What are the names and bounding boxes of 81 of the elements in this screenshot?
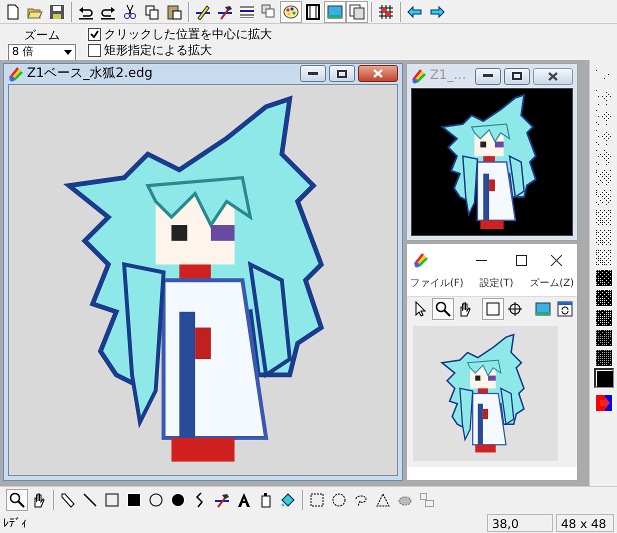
close-button[interactable] (358, 65, 398, 82)
scissors-icon (122, 4, 138, 20)
paint-bucket-icon (280, 492, 296, 508)
minimize-icon (476, 260, 486, 262)
window-title: Z1_... (430, 67, 468, 86)
landscape-picture-icon (535, 300, 551, 316)
pencil-icon (60, 492, 76, 508)
window-title: Z1ベース_水狐2.edg (27, 65, 154, 83)
search-button[interactable] (432, 298, 454, 320)
image-size: 48 x 48 (556, 514, 614, 532)
rainbow-app-icon (411, 68, 427, 84)
square-icon (104, 492, 120, 508)
dither-pattern-swatch[interactable] (594, 288, 614, 308)
caret-icon (64, 50, 72, 55)
film-strip-icon (305, 4, 321, 20)
close-icon (550, 255, 562, 266)
minimize-button[interactable] (300, 65, 326, 82)
status-message: ﾚﾃﾞｨ (3, 514, 28, 532)
dither-pattern-swatch[interactable] (594, 368, 614, 388)
landscape-picture-button[interactable] (324, 0, 346, 22)
dotted-squares-icon (419, 492, 435, 508)
maximize-button[interactable] (504, 68, 530, 84)
minimize-button[interactable] (475, 68, 501, 84)
pen-icon (195, 4, 211, 20)
maximize-icon (516, 255, 526, 266)
hammer-icon (217, 4, 233, 20)
circle-icon (148, 492, 164, 508)
search-icon (435, 300, 451, 316)
page-icon (5, 4, 21, 20)
window-button[interactable] (346, 0, 368, 22)
zoom-label: ズーム (24, 27, 60, 44)
clipboard-icon (166, 4, 182, 20)
letter-a-icon (236, 492, 252, 508)
checkbox-label: 矩形指定による拡大 (104, 42, 212, 59)
pointer-icon (413, 300, 429, 316)
square-icon (485, 300, 501, 316)
cursor-position: 38,0 (487, 514, 553, 532)
palette-button[interactable] (280, 0, 302, 22)
horizontal-lines-icon (239, 4, 255, 20)
crosshair-icon (507, 300, 523, 316)
dither-pattern-swatch[interactable] (594, 268, 614, 288)
hammer-icon (214, 492, 230, 508)
swap-colors-icon (596, 394, 612, 411)
checkbox[interactable] (88, 28, 101, 40)
filled-circle-icon (170, 492, 186, 508)
minimize-icon (483, 74, 493, 78)
dashed-circle-icon (331, 492, 347, 508)
zoom-dropdown[interactable]: 8 倍 (8, 44, 76, 61)
search-icon (9, 492, 25, 508)
grid-icon (378, 4, 394, 20)
close-icon (548, 72, 558, 80)
maximize-button[interactable] (329, 65, 355, 82)
line-icon (82, 492, 98, 508)
refresh-icon (557, 300, 573, 316)
left-arrow-icon (407, 4, 423, 20)
rainbow-app-icon (413, 252, 429, 268)
minimize-icon (308, 72, 318, 76)
square-button[interactable] (482, 298, 504, 320)
dither-pattern-swatch[interactable] (594, 328, 614, 348)
checkbox-label: クリックした位置を中心に拡大 (104, 26, 272, 43)
maximize-icon (337, 70, 347, 78)
search-button[interactable] (6, 488, 28, 510)
palette-icon (283, 4, 299, 20)
filled-square-icon (126, 492, 142, 508)
right-arrow-icon (429, 4, 445, 20)
maximize-icon (512, 72, 522, 80)
copy-icon (144, 4, 160, 20)
menu-item[interactable]: 設定(T) (479, 276, 514, 296)
window-icon (349, 4, 365, 20)
landscape-picture-icon (327, 4, 343, 20)
menu-item[interactable]: ズーム(Z) (529, 276, 574, 296)
menu-item[interactable]: ファイル(F) (410, 276, 464, 296)
dither-pattern-swatch[interactable] (594, 348, 614, 368)
close-button[interactable] (533, 68, 573, 84)
dashed-square-icon (309, 492, 325, 508)
rainbow-app-icon (8, 66, 24, 82)
checkbox[interactable] (88, 44, 101, 56)
layers-icon (261, 4, 277, 20)
dashed-triangle-icon (375, 492, 391, 508)
dither-pattern-swatch[interactable] (594, 308, 614, 328)
close-icon (373, 69, 383, 78)
